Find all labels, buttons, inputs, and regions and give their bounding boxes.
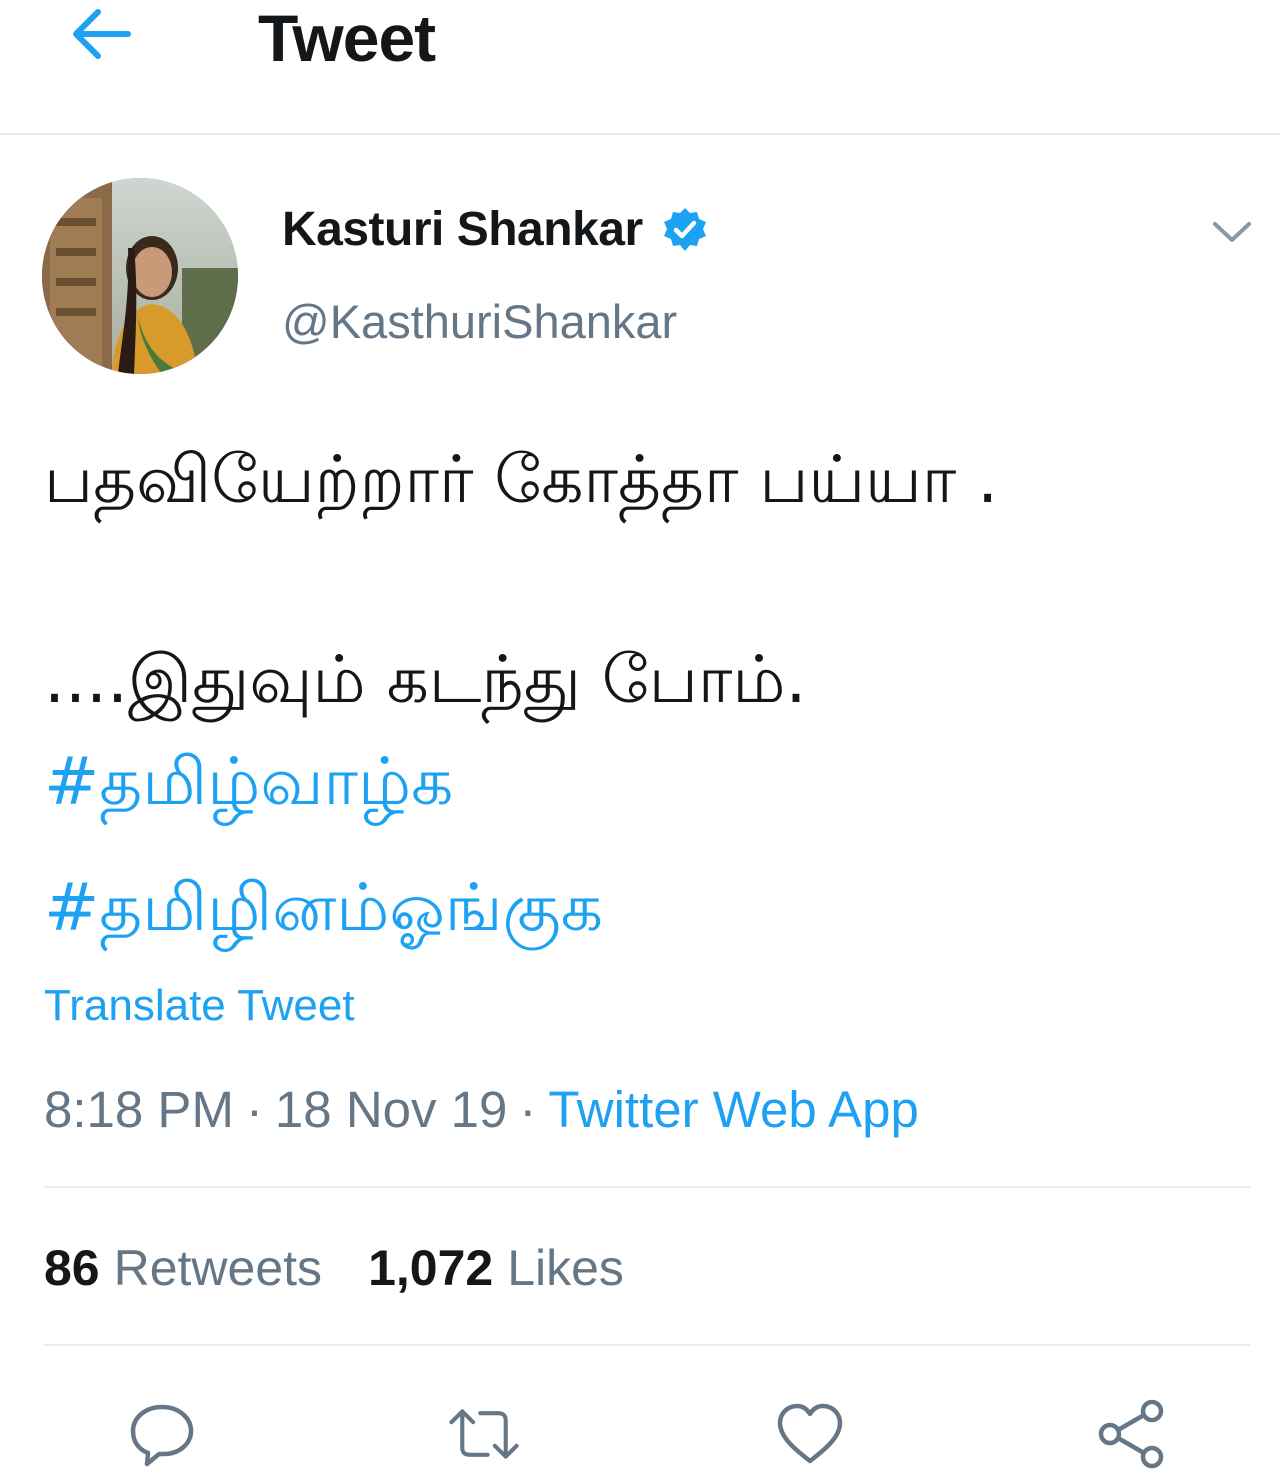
- author-handle[interactable]: @KasthuriShankar: [282, 292, 677, 352]
- hashtag-link[interactable]: #தமிழினம்ஓங்குக: [44, 834, 1244, 982]
- avatar[interactable]: [42, 178, 238, 374]
- retweets-count: 86: [44, 1240, 100, 1296]
- like-icon: [777, 1403, 843, 1464]
- separator: ·: [519, 1081, 537, 1138]
- divider: [44, 1186, 1250, 1188]
- likes-label: Likes: [507, 1240, 624, 1296]
- chevron-down-icon: [1213, 222, 1251, 242]
- share-icon: [1098, 1399, 1164, 1469]
- author-name[interactable]: Kasturi Shankar: [282, 200, 709, 260]
- back-button[interactable]: [66, 2, 136, 66]
- retweets-stat[interactable]: 86 Retweets: [44, 1238, 322, 1298]
- tweet-line: ....இதுவும் கடந்து போம்.: [44, 641, 807, 718]
- reply-icon: [130, 1404, 194, 1467]
- arrow-left-icon: [73, 9, 131, 59]
- likes-count: 1,072: [368, 1240, 494, 1296]
- page-title: Tweet: [258, 1, 436, 75]
- tweet-actions-bar: [0, 1396, 1280, 1472]
- translate-tweet-link[interactable]: Translate Tweet: [44, 980, 355, 1032]
- tweet-source-link[interactable]: Twitter Web App: [548, 1081, 918, 1138]
- tweet-options-button[interactable]: [1206, 210, 1258, 254]
- tweet-line: பதவியேற்றார் கோத்தா பய்யா .: [44, 441, 999, 518]
- tweet-metadata: 8:18 PM · 18 Nov 19 · Twitter Web App: [44, 1080, 919, 1140]
- separator: ·: [245, 1081, 263, 1138]
- share-button[interactable]: [1094, 1396, 1170, 1472]
- retweet-icon: [449, 1409, 519, 1459]
- tweet-stats: 86 Retweets 1,072 Likes: [44, 1238, 670, 1298]
- divider: [44, 1344, 1250, 1346]
- author-name-text: Kasturi Shankar: [282, 203, 643, 256]
- likes-stat[interactable]: 1,072 Likes: [368, 1238, 624, 1298]
- app-header: Tweet: [0, 0, 1280, 135]
- retweets-label: Retweets: [113, 1240, 323, 1296]
- like-button[interactable]: [772, 1396, 848, 1472]
- hashtag-link[interactable]: #தமிழ்வாழ்க: [44, 730, 1244, 834]
- tweet-date: 18 Nov 19: [274, 1081, 508, 1138]
- tweet-text: பதவியேற்றார் கோத்தா பய்யா . ....இதுவும் …: [44, 430, 1244, 982]
- retweet-button[interactable]: [446, 1396, 522, 1472]
- tweet-time: 8:18 PM: [44, 1081, 234, 1138]
- verified-badge-icon: [661, 206, 709, 254]
- reply-button[interactable]: [124, 1396, 200, 1472]
